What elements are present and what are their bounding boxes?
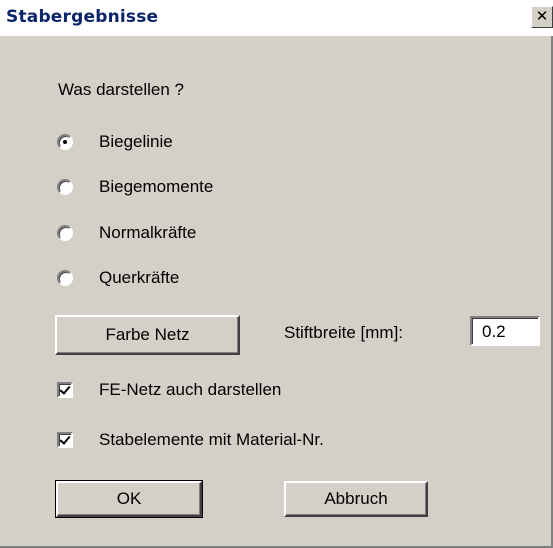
checkbox-stabelemente[interactable] xyxy=(57,432,73,448)
radio-label-biegelinie: Biegelinie xyxy=(99,132,173,151)
pen-width-label: Stiftbreite [mm]: xyxy=(284,323,404,342)
close-button[interactable]: ✕ xyxy=(531,6,553,28)
prompt-label: Was darstellen ? xyxy=(58,80,184,99)
checkbox-fe-netz[interactable] xyxy=(57,382,73,398)
title-bar: Stabergebnisse ✕ xyxy=(0,0,553,36)
stabergebnisse-dialog: Stabergebnisse ✕ Was darstellen ? Biegel… xyxy=(0,0,553,548)
radio-button-biegemomente[interactable] xyxy=(57,179,73,195)
checkbox-label-fe-netz: FE-Netz auch darstellen xyxy=(99,380,282,399)
radio-button-normalkraefte[interactable] xyxy=(57,225,73,241)
farbe-netz-button[interactable]: Farbe Netz xyxy=(55,315,240,355)
close-icon: ✕ xyxy=(535,7,549,25)
radio-button-biegelinie[interactable] xyxy=(57,134,73,150)
window-title: Stabergebnisse xyxy=(6,7,159,27)
ok-button[interactable]: OK xyxy=(55,480,203,518)
pen-width-input[interactable]: 0.2 xyxy=(470,316,540,346)
radio-label-biegemomente: Biegemomente xyxy=(99,177,214,196)
cancel-button[interactable]: Abbruch xyxy=(284,481,428,517)
radio-button-querkraefte[interactable] xyxy=(57,270,73,286)
radio-label-normalkraefte: Normalkräfte xyxy=(99,223,197,242)
checkbox-label-stabelemente: Stabelemente mit Material-Nr. xyxy=(99,430,324,449)
radio-label-querkraefte: Querkräfte xyxy=(99,268,180,287)
